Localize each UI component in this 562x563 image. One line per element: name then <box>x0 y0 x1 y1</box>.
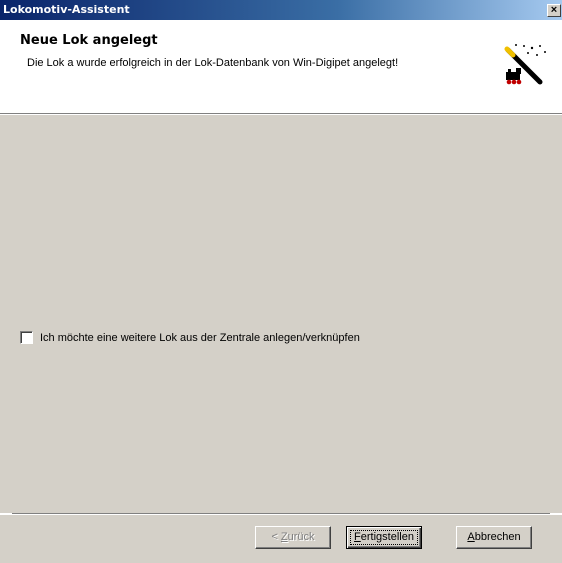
back-prefix: < <box>271 531 281 543</box>
title-bar[interactable]: Lokomotiv-Assistent × <box>0 0 562 20</box>
another-loco-option[interactable]: Ich möchte eine weitere Lok aus der Zent… <box>20 330 360 345</box>
finish-access-key: F <box>354 531 361 543</box>
cancel-button[interactable]: Abbrechen <box>456 526 532 549</box>
back-access-key: Z <box>280 531 288 543</box>
window-title: Lokomotiv-Assistent <box>3 3 130 16</box>
magic-wand-locomotive-icon <box>504 44 546 85</box>
page-title: Neue Lok angelegt <box>20 33 158 48</box>
close-button[interactable]: × <box>547 4 561 17</box>
finish-label: ertigstellen <box>360 531 414 543</box>
close-icon: × <box>550 4 558 16</box>
cancel-access-key: A <box>467 531 475 543</box>
another-loco-checkbox[interactable] <box>20 331 33 344</box>
page-subtitle: Die Lok a wurde erfolgreich in der Lok-D… <box>27 57 399 69</box>
another-loco-checkbox-label: Ich möchte eine weitere Lok aus der Zent… <box>40 331 360 344</box>
finish-button[interactable]: Fertigstellen <box>346 526 422 549</box>
finish-focus-frame: Fertigstellen <box>350 530 418 545</box>
wizard-header: Neue Lok angelegt Die Lok a wurde erfolg… <box>0 20 562 113</box>
back-button[interactable]: < Zurück <box>255 526 331 549</box>
cancel-label: bbrechen <box>474 531 521 543</box>
button-bar: < Zurück Fertigstellen Abbrechen <box>0 515 562 563</box>
back-label: urück <box>287 531 315 543</box>
content-area: Ich möchte eine weitere Lok aus der Zent… <box>0 115 562 513</box>
